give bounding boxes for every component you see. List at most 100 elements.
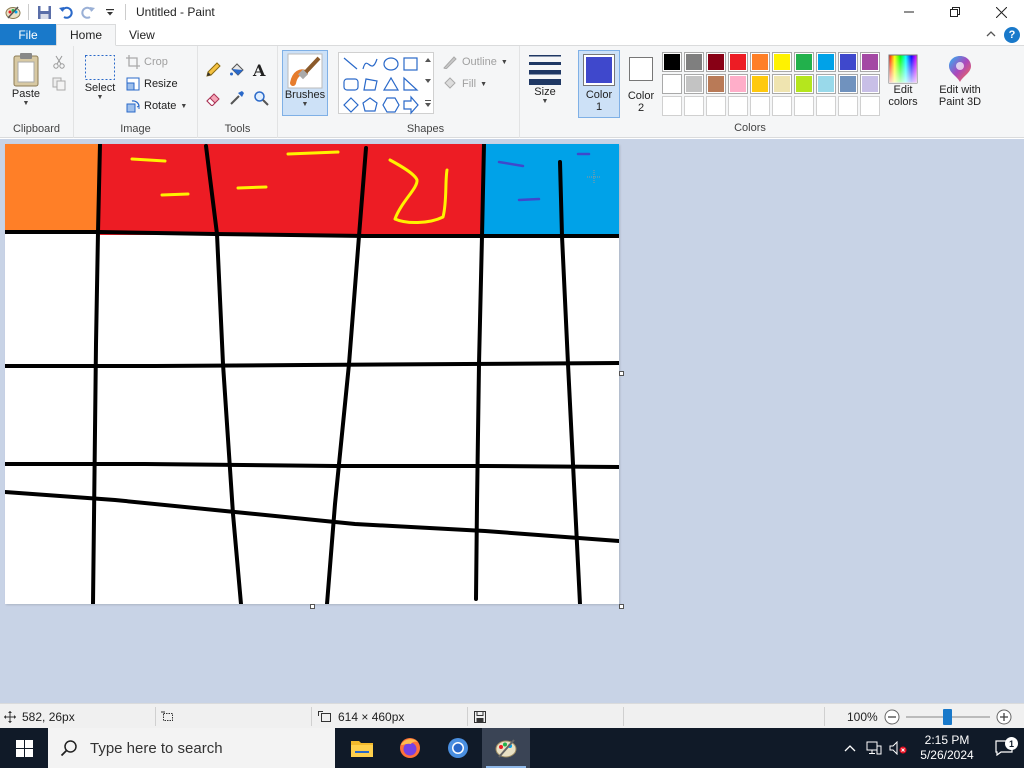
drawing-canvas[interactable] — [3, 142, 621, 606]
canvas-resize-handle-right[interactable] — [619, 371, 624, 376]
pentagon-shape-icon[interactable] — [362, 97, 378, 112]
palette-swatch[interactable] — [684, 74, 704, 94]
chrome-taskbar-button[interactable] — [434, 728, 482, 768]
select-button[interactable]: Select ▼ — [80, 54, 120, 101]
right-arrow-shape-icon[interactable] — [403, 95, 419, 115]
tab-view[interactable]: View — [116, 24, 168, 45]
palette-swatch[interactable] — [750, 74, 770, 94]
paint-app-icon[interactable] — [2, 1, 24, 23]
palette-swatch[interactable] — [706, 52, 726, 72]
show-hidden-icons[interactable] — [838, 728, 862, 768]
maximize-button[interactable] — [932, 0, 978, 24]
curve-shape-icon[interactable] — [362, 58, 378, 70]
zoom-slider[interactable] — [905, 708, 990, 725]
color2-button[interactable]: Color 2 — [622, 50, 660, 118]
clock[interactable]: 2:15 PM 5/26/2024 — [910, 733, 984, 763]
start-button[interactable] — [0, 728, 48, 768]
file-explorer-taskbar-button[interactable] — [338, 728, 386, 768]
palette-swatch[interactable] — [838, 74, 858, 94]
color-picker-tool[interactable] — [229, 88, 245, 108]
size-button[interactable]: Size ▼ — [524, 52, 566, 105]
tab-file[interactable]: File — [0, 24, 56, 45]
palette-swatch[interactable] — [816, 74, 836, 94]
paste-button[interactable]: Paste ▼ — [6, 52, 46, 107]
palette-swatch[interactable] — [794, 52, 814, 72]
palette-swatch[interactable] — [728, 74, 748, 94]
expand-gallery-icon[interactable] — [425, 103, 431, 107]
minimize-button[interactable] — [886, 0, 932, 24]
fill-button[interactable]: Fill ▼ — [442, 74, 487, 94]
resize-button[interactable]: Resize — [126, 74, 178, 94]
taskbar-search[interactable]: Type here to search — [48, 728, 335, 768]
palette-swatch[interactable] — [662, 74, 682, 94]
palette-swatch[interactable] — [706, 96, 726, 116]
zoom-out-icon[interactable] — [884, 709, 900, 725]
palette-swatch[interactable] — [728, 52, 748, 72]
palette-swatch[interactable] — [772, 96, 792, 116]
tab-home[interactable]: Home — [56, 24, 117, 46]
diamond-shape-icon[interactable] — [343, 97, 359, 113]
edit-with-paint-3d-button[interactable]: Edit with Paint 3D — [932, 54, 988, 108]
volume-status[interactable] — [886, 728, 910, 768]
palette-swatch[interactable] — [684, 96, 704, 116]
cut-button[interactable] — [52, 52, 66, 72]
copy-button[interactable] — [52, 74, 66, 94]
action-center-button[interactable]: 1 — [984, 737, 1024, 756]
scroll-down-icon[interactable] — [425, 79, 431, 83]
palette-swatch[interactable] — [816, 52, 836, 72]
line-shape-icon[interactable] — [343, 57, 358, 70]
canvas-workspace[interactable] — [0, 139, 1024, 703]
palette-swatch[interactable] — [838, 96, 858, 116]
redo-icon[interactable] — [77, 1, 99, 23]
rectangle-shape-icon[interactable] — [403, 57, 418, 71]
zoom-in-icon[interactable] — [996, 709, 1012, 725]
rounded-rectangle-shape-icon[interactable] — [343, 78, 359, 91]
palette-swatch[interactable] — [816, 96, 836, 116]
eraser-tool[interactable] — [205, 88, 221, 108]
close-button[interactable] — [978, 0, 1024, 24]
palette-swatch[interactable] — [662, 96, 682, 116]
right-triangle-shape-icon[interactable] — [403, 76, 419, 91]
save-icon[interactable] — [33, 1, 55, 23]
zoom-slider-thumb[interactable] — [943, 708, 953, 725]
crop-button[interactable]: Crop — [126, 52, 168, 72]
text-tool[interactable]: A — [253, 60, 265, 80]
pencil-tool[interactable] — [205, 60, 221, 80]
oval-shape-icon[interactable] — [383, 57, 399, 71]
palette-swatch[interactable] — [684, 52, 704, 72]
palette-swatch[interactable] — [750, 52, 770, 72]
canvas-resize-handle-bottom[interactable] — [310, 604, 315, 609]
palette-swatch[interactable] — [860, 96, 880, 116]
undo-icon[interactable] — [55, 1, 77, 23]
palette-swatch[interactable] — [838, 52, 858, 72]
network-status[interactable] — [862, 728, 886, 768]
palette-swatch[interactable] — [772, 74, 792, 94]
edit-colors-button[interactable]: Edit colors — [882, 54, 924, 108]
customize-qat-icon[interactable] — [99, 1, 121, 23]
outline-button[interactable]: Outline ▼ — [442, 52, 508, 72]
palette-swatch[interactable] — [772, 52, 792, 72]
palette-swatch[interactable] — [706, 74, 726, 94]
fill-tool[interactable] — [229, 60, 245, 80]
scroll-up-icon[interactable] — [425, 58, 431, 62]
triangle-shape-icon[interactable] — [382, 76, 400, 91]
canvas-drawing[interactable] — [3, 142, 621, 606]
palette-swatch[interactable] — [794, 96, 814, 116]
brushes-button[interactable]: Brushes ▼ — [282, 50, 328, 116]
magnifier-tool[interactable] — [253, 88, 269, 108]
help-icon[interactable]: ? — [1004, 26, 1020, 43]
hexagon-shape-icon[interactable] — [382, 97, 400, 113]
polygon-shape-icon[interactable] — [363, 78, 378, 91]
palette-swatch[interactable] — [728, 96, 748, 116]
color1-button[interactable]: Color 1 — [578, 50, 620, 118]
palette-swatch[interactable] — [662, 52, 682, 72]
firefox-taskbar-button[interactable] — [386, 728, 434, 768]
canvas-resize-handle-corner[interactable] — [619, 604, 624, 609]
palette-swatch[interactable] — [750, 96, 770, 116]
rotate-button[interactable]: Rotate ▼ — [126, 96, 187, 116]
palette-swatch[interactable] — [794, 74, 814, 94]
palette-swatch[interactable] — [860, 74, 880, 94]
chevron-up-icon[interactable] — [986, 28, 996, 42]
paint-taskbar-button[interactable] — [482, 728, 530, 768]
palette-swatch[interactable] — [860, 52, 880, 72]
